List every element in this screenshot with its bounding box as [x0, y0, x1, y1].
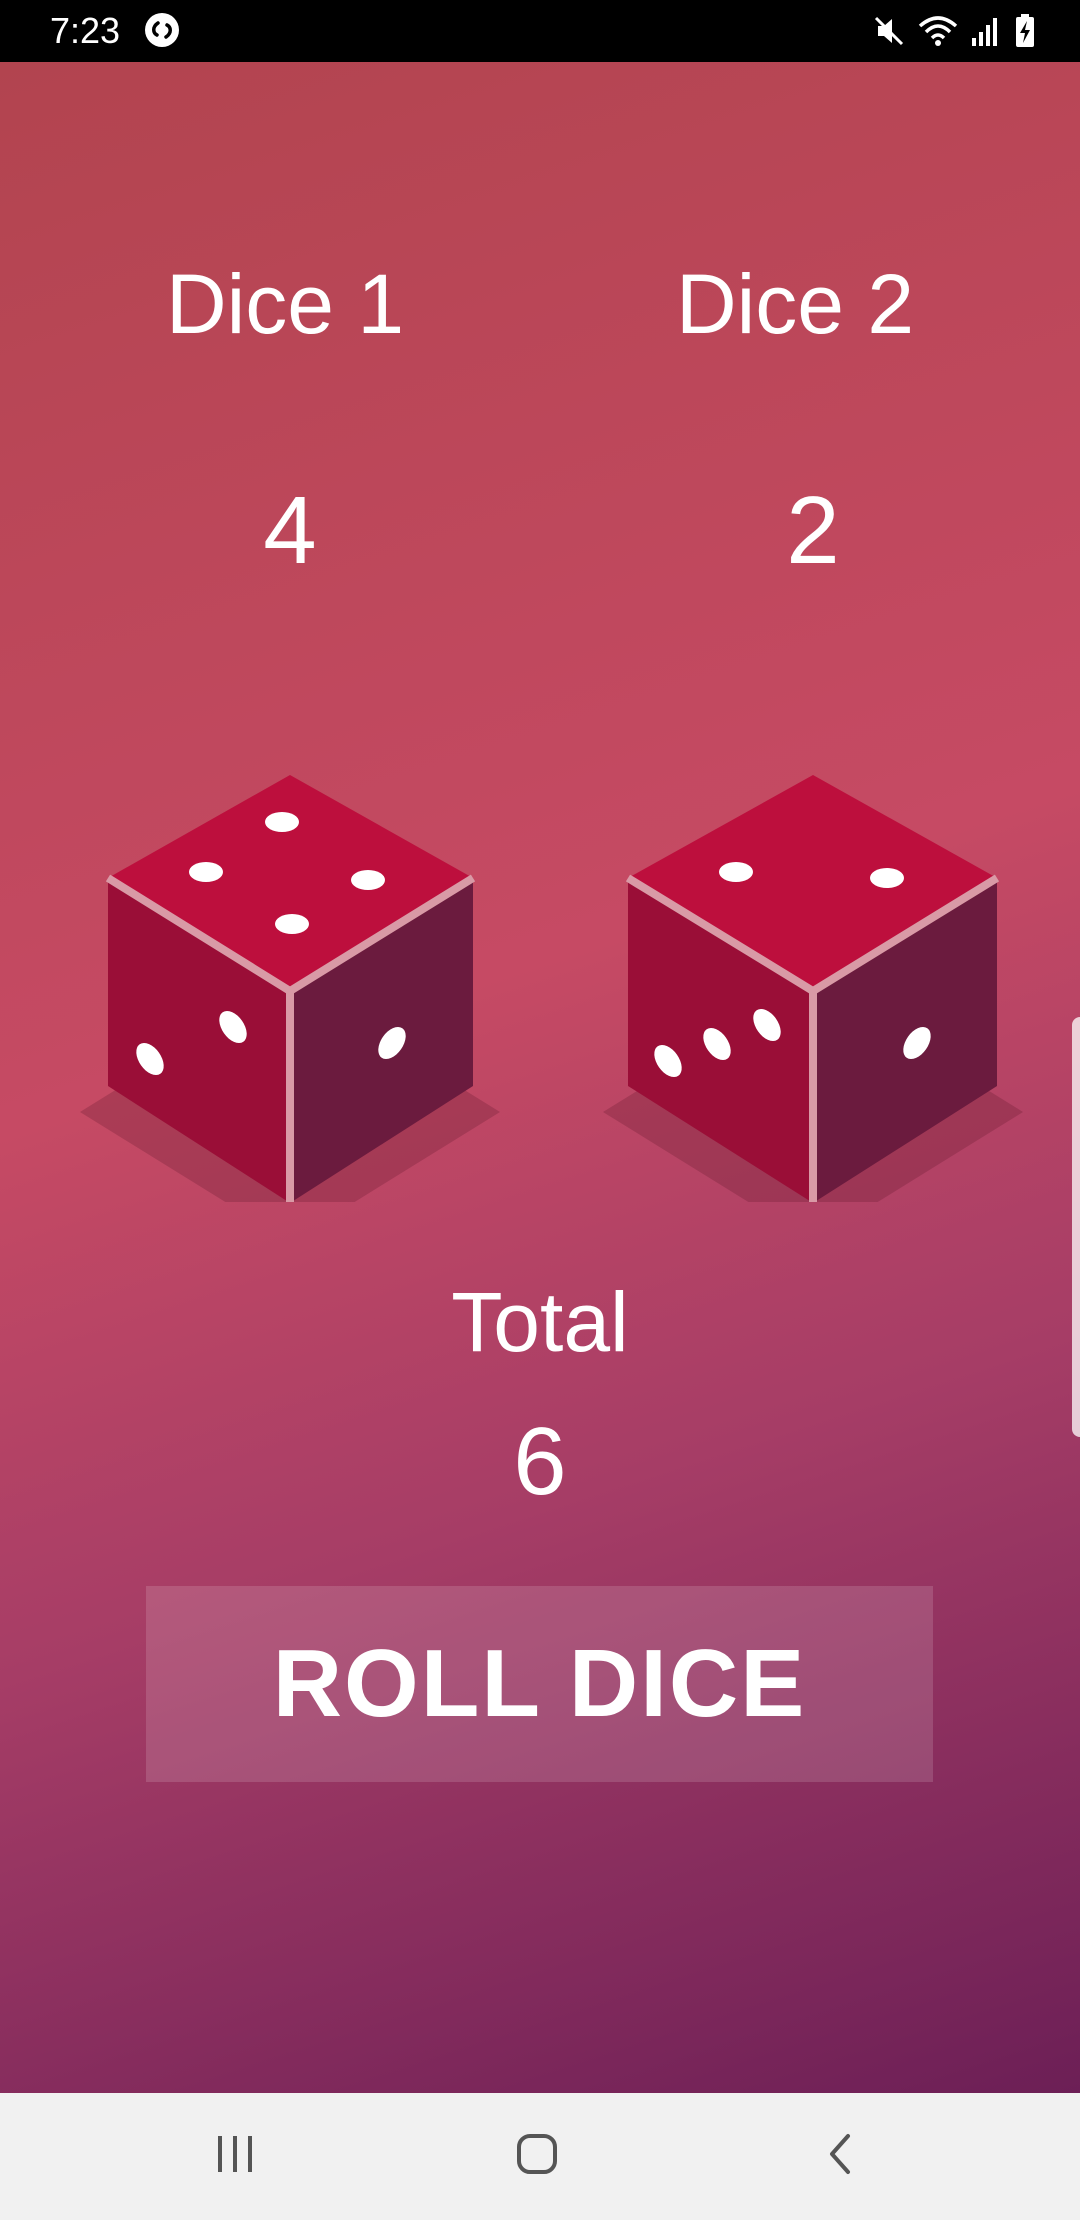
status-time: 7:23: [50, 10, 121, 51]
back-button[interactable]: [740, 2093, 940, 2220]
die-1-image: [70, 702, 510, 1242]
edge-panel-handle[interactable]: [1072, 1017, 1080, 1437]
home-button[interactable]: [437, 2093, 637, 2220]
wifi-icon: [918, 14, 958, 48]
status-bar: 7:23: [0, 0, 1080, 62]
signal-icon: [970, 14, 1002, 48]
mute-icon: [872, 14, 906, 48]
roll-dice-button[interactable]: ROLL DICE: [146, 1586, 933, 1782]
home-icon: [513, 2130, 561, 2183]
dice-1-value: 4: [263, 477, 317, 584]
shazam-icon: [144, 12, 180, 48]
status-icons: [872, 12, 1036, 50]
total-value: 6: [513, 1408, 567, 1515]
battery-charging-icon: [1014, 13, 1036, 49]
total-label: Total: [451, 1275, 629, 1369]
recent-apps-button[interactable]: [135, 2093, 335, 2220]
dice-1-label: Dice 1: [165, 257, 405, 351]
dice-2-value: 2: [786, 477, 840, 584]
die-2-image: [595, 702, 1035, 1242]
dice-2-label: Dice 2: [675, 257, 915, 351]
navigation-bar: [0, 2093, 1080, 2220]
back-icon: [820, 2130, 860, 2183]
dice-app-screen: Dice 1 Dice 2 4 2 Total 6 ROLL DICE: [0, 62, 1080, 2093]
recent-apps-icon: [212, 2132, 258, 2181]
